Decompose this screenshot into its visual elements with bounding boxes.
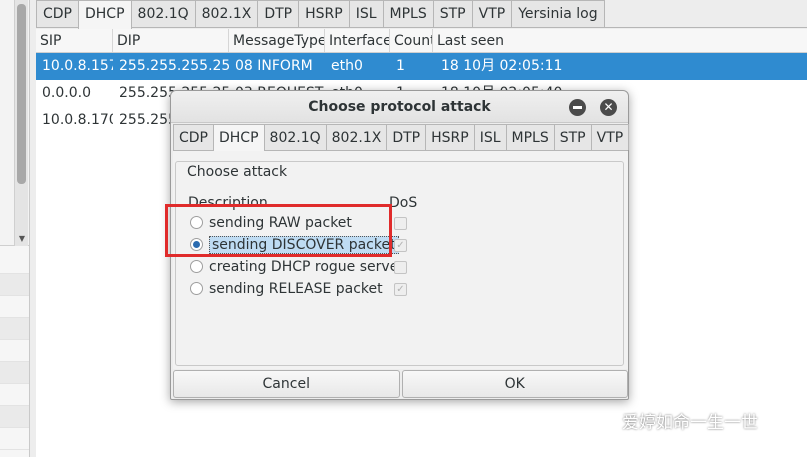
column-header-interface[interactable]: Interface <box>325 29 390 52</box>
column-header-dip[interactable]: DIP <box>113 29 229 52</box>
cell-sip: 0.0.0.0 <box>42 85 91 101</box>
cancel-button[interactable]: Cancel <box>173 370 400 398</box>
left-row <box>0 274 29 296</box>
watermark: 爱婷如命一生一世 <box>586 408 791 438</box>
attack-option-release[interactable]: sending RELEASE packet <box>190 279 383 299</box>
attack-option-label: sending RELEASE packet <box>209 281 383 297</box>
cell-sip: 10.0.8.157 <box>42 58 113 74</box>
watermark-text: 爱婷如命一生一世 <box>622 413 758 433</box>
dialog-tab-8021x[interactable]: 802.1X <box>325 124 388 150</box>
tab-dhcp[interactable]: DHCP <box>78 0 132 29</box>
cell-dip: 255.255.255.255 <box>119 58 229 74</box>
cell-interface: eth0 <box>331 58 363 74</box>
dos-checkbox <box>394 261 407 274</box>
dos-checkbox: ✓ <box>394 283 407 296</box>
left-row <box>0 384 29 406</box>
left-scrollbar[interactable]: ▼ <box>14 0 28 246</box>
left-row <box>0 296 29 318</box>
choose-attack-group: Choose attack Description DoS sending RA… <box>175 161 624 366</box>
tab-yersinia-log[interactable]: Yersinia log <box>511 0 605 27</box>
tab-8021q[interactable]: 802.1Q <box>130 0 196 27</box>
column-header-sip[interactable]: SIP <box>36 29 113 52</box>
dialog-tab-mpls[interactable]: MPLS <box>505 124 555 150</box>
dialog-tab-stp[interactable]: STP <box>553 124 592 150</box>
close-icon[interactable]: ✕ <box>600 99 617 116</box>
dialog-tab-bar: CDP DHCP 802.1Q 802.1X DTP HSRP ISL MPLS… <box>173 124 630 152</box>
dialog-button-row: Cancel OK <box>173 370 628 399</box>
tab-cdp[interactable]: CDP <box>36 0 79 27</box>
left-list: ▼ <box>0 0 29 246</box>
wechat-icon <box>587 412 614 434</box>
ok-button[interactable]: OK <box>401 370 628 398</box>
attack-option-rogue-server[interactable]: creating DHCP rogue server <box>190 257 404 277</box>
radio-button[interactable] <box>190 260 203 273</box>
tab-vtp[interactable]: VTP <box>471 0 513 27</box>
tab-isl[interactable]: ISL <box>348 0 384 27</box>
tab-mpls[interactable]: MPLS <box>382 0 434 27</box>
cell-count: 1 <box>396 58 405 74</box>
table-row[interactable]: 10.0.8.157 255.255.255.255 08 INFORM eth… <box>36 53 807 80</box>
column-dos-label: DoS <box>389 195 418 211</box>
main-tab-bar: CDP DHCP 802.1Q 802.1X DTP HSRP ISL MPLS… <box>36 0 807 29</box>
left-row <box>0 428 29 450</box>
left-row <box>0 340 29 362</box>
table-header: SIP DIP MessageType Interface Count Last… <box>36 29 807 53</box>
dialog-tab-cdp[interactable]: CDP <box>173 124 214 150</box>
tab-dtp[interactable]: DTP <box>257 0 300 27</box>
red-highlight-box <box>165 204 392 257</box>
left-pane: ▼ <box>0 0 30 457</box>
group-label: Choose attack <box>184 164 291 180</box>
dialog-tab-hsrp[interactable]: HSRP <box>425 124 475 150</box>
left-row <box>0 362 29 384</box>
column-header-last-seen[interactable]: Last seen <box>433 29 807 52</box>
left-row <box>0 252 29 274</box>
dialog-tab-dtp[interactable]: DTP <box>386 124 427 150</box>
scroll-down-icon[interactable]: ▼ <box>16 234 28 244</box>
minimize-icon[interactable] <box>569 99 586 116</box>
dos-checkbox <box>394 217 407 230</box>
dos-checkbox: ✓ <box>394 239 407 252</box>
dialog-tab-isl[interactable]: ISL <box>473 124 507 150</box>
tab-8021x[interactable]: 802.1X <box>194 0 259 27</box>
left-row <box>0 318 29 340</box>
left-row <box>0 406 29 428</box>
column-header-messagetype[interactable]: MessageType <box>229 29 325 52</box>
cell-last-seen: 18 10月 02:05:11 <box>441 58 563 74</box>
column-header-count[interactable]: Count <box>390 29 433 52</box>
dialog-title: Choose protocol attack <box>308 99 491 115</box>
radio-button[interactable] <box>190 282 203 295</box>
dialog-titlebar[interactable]: Choose protocol attack ✕ <box>171 91 628 123</box>
dialog-tab-dhcp[interactable]: DHCP <box>213 124 265 152</box>
cell-sip: 10.0.8.170 <box>42 112 113 128</box>
cell-messagetype: 08 INFORM <box>235 58 313 74</box>
dialog-tab-8021q[interactable]: 802.1Q <box>263 124 327 150</box>
left-rows <box>0 252 29 450</box>
tab-stp[interactable]: STP <box>432 0 473 27</box>
tab-hsrp[interactable]: HSRP <box>298 0 350 27</box>
attack-option-label: creating DHCP rogue server <box>209 259 405 275</box>
dialog-body: Choose attack Description DoS sending RA… <box>173 151 628 369</box>
left-scrollbar-thumb[interactable] <box>17 4 26 184</box>
dialog-tab-vtp[interactable]: VTP <box>590 124 630 150</box>
